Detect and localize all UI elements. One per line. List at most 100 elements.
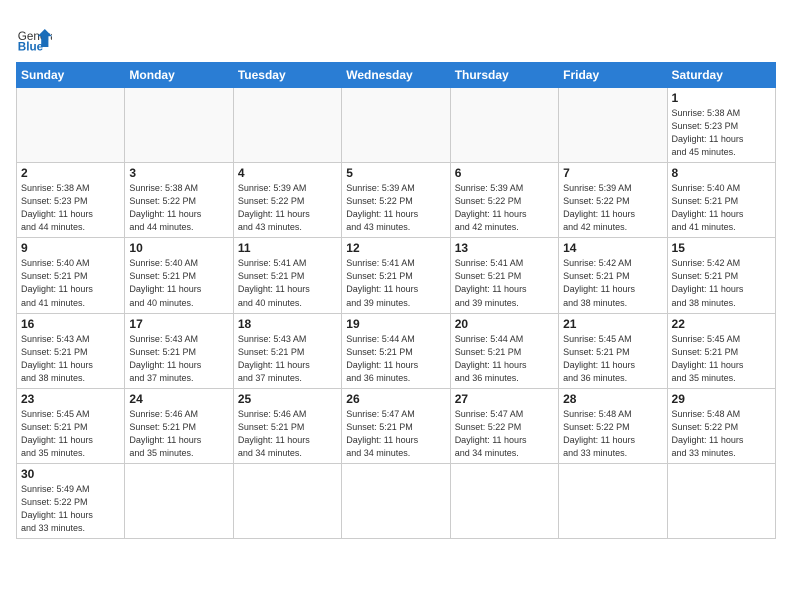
day-number: 27 — [455, 392, 554, 406]
week-row-1: 1 Sunrise: 5:38 AMSunset: 5:23 PMDaylight… — [17, 88, 776, 163]
weekday-header-monday: Monday — [125, 63, 233, 88]
calendar-cell — [667, 463, 775, 538]
day-info: Sunrise: 5:46 AMSunset: 5:21 PMDaylight:… — [129, 408, 228, 460]
day-number: 6 — [455, 166, 554, 180]
week-row-2: 2Sunrise: 5:38 AMSunset: 5:23 PMDaylight… — [17, 163, 776, 238]
calendar-cell: 17 Sunrise: 5:43 AMSunset: 5:21 PMDayligh… — [125, 313, 233, 388]
calendar-cell — [559, 88, 667, 163]
calendar-cell: 26 Sunrise: 5:47 AMSunset: 5:21 PMDayligh… — [342, 388, 450, 463]
calendar-cell: 10 Sunrise: 5:40 AMSunset: 5:21 PMDayligh… — [125, 238, 233, 313]
calendar-cell — [125, 88, 233, 163]
calendar-cell: 18Sunrise: 5:43 AMSunset: 5:21 PMDayligh… — [233, 313, 341, 388]
calendar-cell: 13 Sunrise: 5:41 AMSunset: 5:21 PMDayligh… — [450, 238, 558, 313]
calendar-cell: 6 Sunrise: 5:39 AMSunset: 5:22 PMDaylight… — [450, 163, 558, 238]
day-number: 30 — [21, 467, 120, 481]
day-info: Sunrise: 5:42 AMSunset: 5:21 PMDaylight:… — [563, 257, 662, 309]
calendar-cell: 24Sunrise: 5:46 AMSunset: 5:21 PMDayligh… — [125, 388, 233, 463]
day-number: 22 — [672, 317, 771, 331]
calendar-cell — [342, 88, 450, 163]
calendar-cell: 22 Sunrise: 5:45 AMSunset: 5:21 PMDayligh… — [667, 313, 775, 388]
day-info: Sunrise: 5:47 AMSunset: 5:21 PMDaylight:… — [346, 408, 445, 460]
calendar-cell: 21 Sunrise: 5:45 AMSunset: 5:21 PMDayligh… — [559, 313, 667, 388]
day-number: 17 — [129, 317, 228, 331]
week-row-6: 30 Sunrise: 5:49 AMSunset: 5:22 PMDayligh… — [17, 463, 776, 538]
week-row-3: 9 Sunrise: 5:40 AMSunset: 5:21 PMDaylight… — [17, 238, 776, 313]
calendar-cell: 5Sunrise: 5:39 AMSunset: 5:22 PMDaylight… — [342, 163, 450, 238]
day-number: 7 — [563, 166, 662, 180]
day-number: 15 — [672, 241, 771, 255]
day-info: Sunrise: 5:44 AMSunset: 5:21 PMDaylight:… — [346, 333, 445, 385]
calendar-cell: 8Sunrise: 5:40 AMSunset: 5:21 PMDaylight… — [667, 163, 775, 238]
weekday-header-row: SundayMondayTuesdayWednesdayThursdayFrid… — [17, 63, 776, 88]
calendar-cell: 14Sunrise: 5:42 AMSunset: 5:21 PMDayligh… — [559, 238, 667, 313]
day-info: Sunrise: 5:45 AMSunset: 5:21 PMDaylight:… — [672, 333, 771, 385]
svg-text:Blue: Blue — [18, 41, 44, 54]
calendar-cell: 28 Sunrise: 5:48 AMSunset: 5:22 PMDayligh… — [559, 388, 667, 463]
day-info: Sunrise: 5:41 AMSunset: 5:21 PMDaylight:… — [455, 257, 554, 309]
calendar-cell: 4 Sunrise: 5:39 AMSunset: 5:22 PMDaylight… — [233, 163, 341, 238]
day-number: 9 — [21, 241, 120, 255]
day-info: Sunrise: 5:43 AMSunset: 5:21 PMDaylight:… — [238, 333, 337, 385]
day-number: 8 — [672, 166, 771, 180]
calendar-cell: 23 Sunrise: 5:45 AMSunset: 5:21 PMDayligh… — [17, 388, 125, 463]
day-info: Sunrise: 5:38 AMSunset: 5:23 PMDaylight:… — [21, 182, 120, 234]
day-info: Sunrise: 5:45 AMSunset: 5:21 PMDaylight:… — [563, 333, 662, 385]
day-info: Sunrise: 5:43 AMSunset: 5:21 PMDaylight:… — [129, 333, 228, 385]
week-row-4: 16 Sunrise: 5:43 AMSunset: 5:21 PMDayligh… — [17, 313, 776, 388]
calendar-cell: 15 Sunrise: 5:42 AMSunset: 5:21 PMDayligh… — [667, 238, 775, 313]
calendar-cell: 11Sunrise: 5:41 AMSunset: 5:21 PMDayligh… — [233, 238, 341, 313]
day-number: 19 — [346, 317, 445, 331]
weekday-header-thursday: Thursday — [450, 63, 558, 88]
day-number: 3 — [129, 166, 228, 180]
week-row-5: 23 Sunrise: 5:45 AMSunset: 5:21 PMDayligh… — [17, 388, 776, 463]
day-info: Sunrise: 5:42 AMSunset: 5:21 PMDaylight:… — [672, 257, 771, 309]
day-info: Sunrise: 5:46 AMSunset: 5:21 PMDaylight:… — [238, 408, 337, 460]
day-info: Sunrise: 5:48 AMSunset: 5:22 PMDaylight:… — [672, 408, 771, 460]
calendar-table: SundayMondayTuesdayWednesdayThursdayFrid… — [16, 62, 776, 539]
day-info: Sunrise: 5:39 AMSunset: 5:22 PMDaylight:… — [346, 182, 445, 234]
day-info: Sunrise: 5:39 AMSunset: 5:22 PMDaylight:… — [455, 182, 554, 234]
weekday-header-tuesday: Tuesday — [233, 63, 341, 88]
calendar-cell — [450, 88, 558, 163]
day-number: 28 — [563, 392, 662, 406]
day-info: Sunrise: 5:41 AMSunset: 5:21 PMDaylight:… — [346, 257, 445, 309]
day-number: 1 — [672, 91, 771, 105]
day-info: Sunrise: 5:38 AMSunset: 5:22 PMDaylight:… — [129, 182, 228, 234]
day-info: Sunrise: 5:40 AMSunset: 5:21 PMDaylight:… — [21, 257, 120, 309]
day-info: Sunrise: 5:38 AMSunset: 5:23 PMDaylight:… — [672, 107, 771, 159]
calendar-cell: 1 Sunrise: 5:38 AMSunset: 5:23 PMDaylight… — [667, 88, 775, 163]
calendar-body: 1 Sunrise: 5:38 AMSunset: 5:23 PMDaylight… — [17, 88, 776, 539]
weekday-header-sunday: Sunday — [17, 63, 125, 88]
calendar-cell — [450, 463, 558, 538]
header: General Blue — [16, 16, 776, 56]
weekday-header-friday: Friday — [559, 63, 667, 88]
day-number: 12 — [346, 241, 445, 255]
day-number: 13 — [455, 241, 554, 255]
calendar-cell — [17, 88, 125, 163]
calendar-cell: 7 Sunrise: 5:39 AMSunset: 5:22 PMDaylight… — [559, 163, 667, 238]
calendar-cell: 20 Sunrise: 5:44 AMSunset: 5:21 PMDayligh… — [450, 313, 558, 388]
day-number: 23 — [21, 392, 120, 406]
day-number: 4 — [238, 166, 337, 180]
day-info: Sunrise: 5:48 AMSunset: 5:22 PMDaylight:… — [563, 408, 662, 460]
calendar-cell: 9 Sunrise: 5:40 AMSunset: 5:21 PMDaylight… — [17, 238, 125, 313]
day-number: 16 — [21, 317, 120, 331]
calendar-cell: 19 Sunrise: 5:44 AMSunset: 5:21 PMDayligh… — [342, 313, 450, 388]
weekday-header-wednesday: Wednesday — [342, 63, 450, 88]
day-number: 20 — [455, 317, 554, 331]
day-number: 10 — [129, 241, 228, 255]
calendar-cell — [559, 463, 667, 538]
day-info: Sunrise: 5:39 AMSunset: 5:22 PMDaylight:… — [238, 182, 337, 234]
day-info: Sunrise: 5:47 AMSunset: 5:22 PMDaylight:… — [455, 408, 554, 460]
calendar-cell: 3 Sunrise: 5:38 AMSunset: 5:22 PMDaylight… — [125, 163, 233, 238]
day-info: Sunrise: 5:44 AMSunset: 5:21 PMDaylight:… — [455, 333, 554, 385]
day-number: 21 — [563, 317, 662, 331]
day-info: Sunrise: 5:40 AMSunset: 5:21 PMDaylight:… — [129, 257, 228, 309]
day-number: 26 — [346, 392, 445, 406]
calendar-cell: 16Sunrise: 5:43 AMSunset: 5:21 PMDayligh… — [17, 313, 125, 388]
calendar-cell — [342, 463, 450, 538]
day-info: Sunrise: 5:39 AMSunset: 5:22 PMDaylight:… — [563, 182, 662, 234]
day-info: Sunrise: 5:41 AMSunset: 5:21 PMDaylight:… — [238, 257, 337, 309]
day-info: Sunrise: 5:45 AMSunset: 5:21 PMDaylight:… — [21, 408, 120, 460]
day-info: Sunrise: 5:49 AMSunset: 5:22 PMDaylight:… — [21, 483, 120, 535]
